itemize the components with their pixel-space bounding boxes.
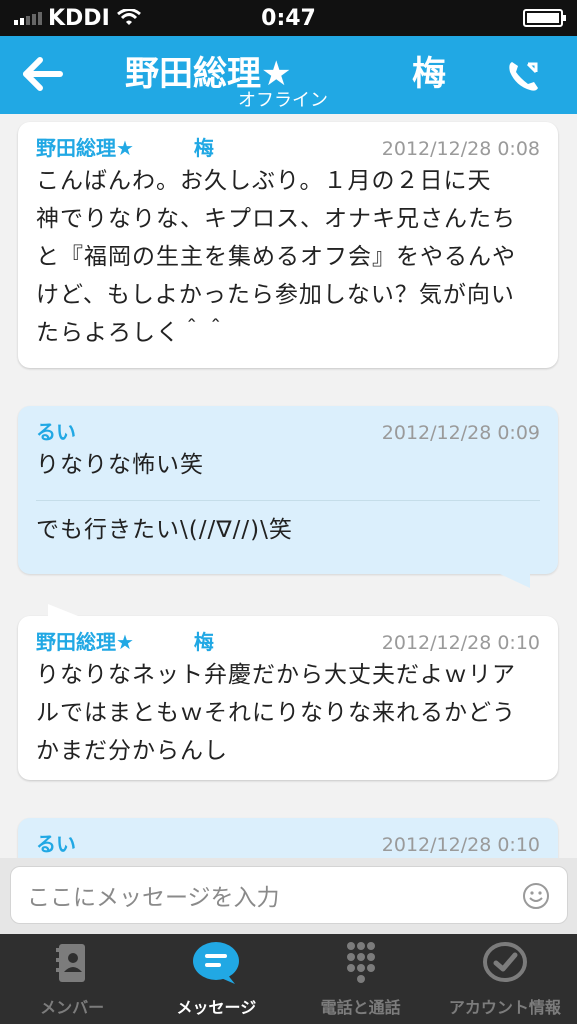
signal-icon: [14, 11, 42, 25]
bubble-tail: [48, 604, 78, 616]
tab-members[interactable]: メンバー: [0, 934, 144, 1024]
composer-bar: ここにメッセージを入力: [0, 858, 577, 934]
message-line: と『福岡の生主を集めるオフ会』をやるんや: [36, 244, 516, 270]
message-input-placeholder: ここにメッセージを入力: [27, 885, 280, 911]
tab-label: アカウント情報: [448, 998, 561, 1017]
message-text: でも行きたい\(//∇//)\笑: [36, 517, 293, 543]
back-arrow-icon[interactable]: [22, 54, 66, 94]
bubble-tail: [500, 574, 530, 588]
account-check-icon: [482, 942, 527, 982]
dialpad-icon: [346, 942, 375, 983]
message-bubble: 野田総理★ 梅 2012/12/28 0:08 こんばんわ。お久しぶり。１月の２…: [18, 122, 558, 368]
tab-messages[interactable]: メッセージ: [144, 934, 288, 1024]
chat-header: 野田総理★ 梅 オフライン: [0, 36, 577, 114]
message-input[interactable]: ここにメッセージを入力: [10, 866, 568, 924]
message-line: 神でりなりな、キプロス、オナキ兄さんたち: [36, 206, 516, 232]
message-timestamp: 2012/12/28 0:08: [381, 138, 540, 160]
smiley-icon[interactable]: [521, 881, 551, 911]
message-text: こんばんわ。お久しぶり。１月の２日に天 神でりなりな、キプロス、オナキ兄さんたち…: [36, 162, 540, 352]
message-timestamp: 2012/12/28 0:10: [381, 632, 540, 654]
phone-call-icon[interactable]: [504, 56, 544, 96]
tab-label: 電話と通話: [320, 998, 401, 1017]
message-text: りなりな怖い笑: [36, 452, 204, 478]
message-timestamp: 2012/12/28 0:10: [381, 834, 540, 856]
battery-icon: [523, 9, 566, 27]
message-line: こんばんわ。お久しぶり。１月の２日に天: [36, 168, 492, 194]
message-line: ルではまともｗそれにりなりな来れるかどう: [36, 700, 516, 726]
tab-label: メンバー: [40, 998, 105, 1017]
message-sender: るい: [36, 420, 76, 444]
message-bubble: るい 2012/12/28 0:09 りなりな怖い笑 でも行きたい\(//∇//…: [18, 406, 558, 588]
carrier-label: KDDI: [48, 5, 110, 31]
wifi-icon: [116, 9, 141, 25]
message-sender: 野田総理★ 梅: [36, 136, 214, 160]
tab-account[interactable]: アカウント情報: [433, 934, 577, 1024]
tab-bar: メンバー メッセージ 電話と通話 アカウント情報: [0, 934, 577, 1024]
message-bubble: るい 2012/12/28 0:10: [18, 818, 558, 858]
message-divider: [36, 500, 540, 501]
message-list[interactable]: 野田総理★ 梅 2012/12/28 0:08 こんばんわ。お久しぶり。１月の２…: [0, 114, 577, 858]
message-line: たらよろしく＾＾: [36, 320, 228, 346]
contacts-icon: [56, 944, 86, 982]
tab-calls[interactable]: 電話と通話: [289, 934, 433, 1024]
message-line: りなりなネット弁慶だから大丈夫だよｗリア: [36, 662, 516, 688]
message-line: けど、もしよかったら参加しない？気が向い: [36, 282, 515, 308]
message-bubble: 野田総理★ 梅 2012/12/28 0:10 りなりなネット弁慶だから大丈夫だ…: [18, 604, 558, 780]
message-line: かまだ分からんし: [36, 738, 228, 764]
status-left: KDDI: [14, 6, 142, 31]
status-bar: KDDI 0:47: [0, 0, 577, 36]
status-time: 0:47: [261, 5, 316, 31]
chat-bubble-icon: [193, 942, 240, 984]
presence-status: オフライン: [238, 90, 328, 111]
page-title-suffix: 梅: [412, 54, 446, 94]
message-sender: 野田総理★ 梅: [36, 630, 214, 654]
message-text: りなりなネット弁慶だから大丈夫だよｗリア ルではまともｗそれにりなりな来れるかど…: [36, 656, 540, 770]
message-sender: るい: [36, 832, 76, 856]
message-timestamp: 2012/12/28 0:09: [381, 422, 540, 444]
tab-label: メッセージ: [176, 998, 257, 1017]
